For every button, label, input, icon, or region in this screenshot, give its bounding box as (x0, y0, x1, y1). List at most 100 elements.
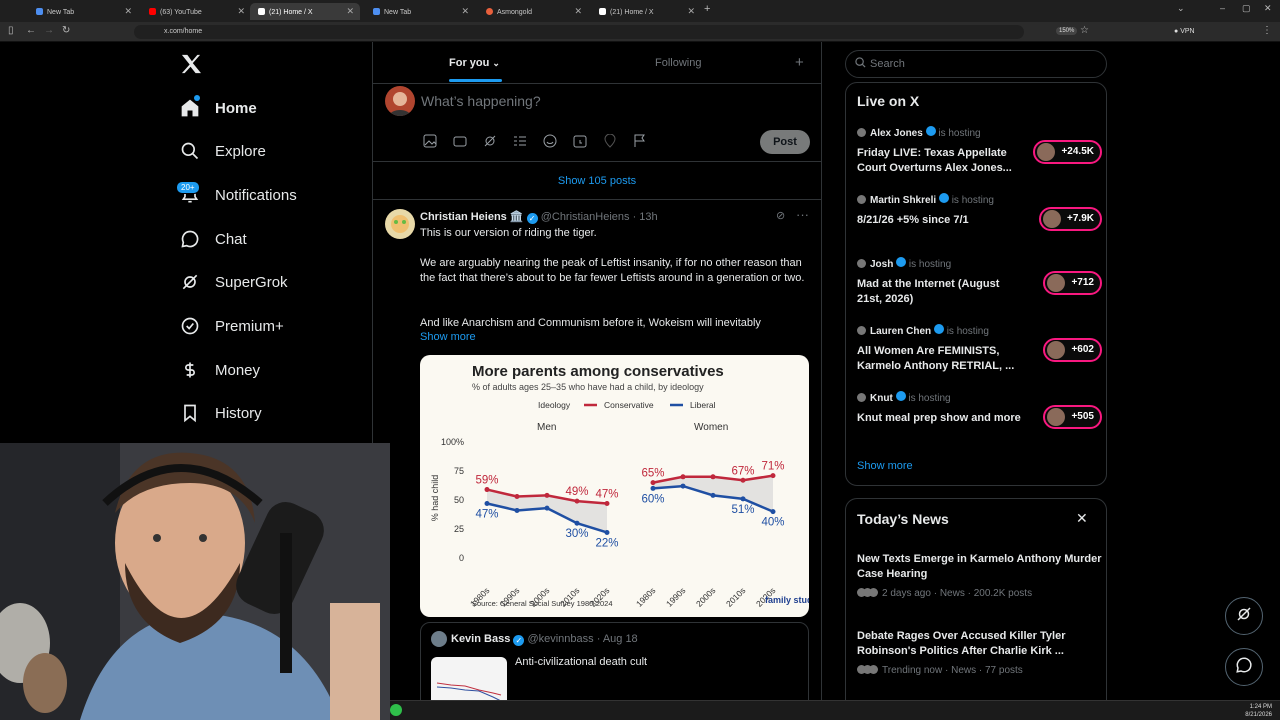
system-clock[interactable]: 1:24 PM 8/21/2026 (1245, 703, 1272, 719)
listener-count-pill[interactable]: +24.5K (1033, 140, 1102, 164)
avatar[interactable] (431, 631, 447, 647)
data-point-conservative (574, 498, 580, 504)
listener-count-pill[interactable]: +7.9K (1039, 207, 1102, 231)
more-icon[interactable]: ··· (796, 207, 809, 222)
add-tab-icon[interactable]: + (795, 54, 804, 71)
close-window-button[interactable]: ✕ (1264, 3, 1272, 14)
messages-button[interactable] (1225, 648, 1263, 686)
quote-author-handle[interactable]: @kevinnbass (527, 633, 593, 645)
listener-count-pill[interactable]: +602 (1043, 338, 1102, 362)
chart-plot-area: 1980s 1990s 2000s 2010s 2020s59%49% 47%47%30%… (468, 461, 785, 609)
data-point-conservative (680, 474, 686, 480)
back-icon[interactable]: ← (26, 25, 36, 36)
chevron-down-icon: ⌄ (492, 58, 500, 68)
nav-chat[interactable]: Chat (176, 221, 356, 257)
tweet-chart-image[interactable]: More parents among conservatives % of ad… (420, 355, 809, 617)
nav-home[interactable]: Home (176, 90, 356, 126)
nav-supergrok[interactable]: SuperGrok (176, 264, 356, 300)
browser-tab[interactable]: New Tab ✕ (365, 3, 475, 20)
active-tab-indicator (449, 79, 502, 82)
close-tab-icon[interactable]: ✕ (237, 6, 245, 17)
gif-icon[interactable] (453, 134, 467, 148)
tweet-time[interactable]: · 13h (633, 211, 658, 223)
new-tab-button[interactable]: + (704, 3, 710, 15)
money-icon (176, 356, 204, 384)
menu-icon[interactable]: ⋮ (1262, 25, 1272, 36)
grok-icon (1235, 605, 1253, 628)
vpn-button[interactable]: ● VPN (1174, 28, 1195, 35)
bookmark-star-icon[interactable]: ☆ (1080, 25, 1089, 36)
tweet-text: And like Anarchism and Communism before … (420, 317, 761, 329)
browser-tab[interactable]: Asmongold ✕ (478, 3, 588, 20)
unread-dot (194, 95, 200, 101)
browser-tab[interactable]: (63) YouTube ✕ (141, 3, 251, 20)
live-item[interactable]: Josh is hosting Mad at the Internet (Aug… (857, 257, 1102, 317)
compose-input[interactable]: What’s happening? (421, 93, 541, 109)
nav-history[interactable]: History (176, 395, 356, 431)
news-item[interactable]: New Texts Emerge in Karmelo Anthony Murd… (857, 552, 1102, 599)
tab-favicon-icon (486, 8, 493, 15)
close-tab-icon[interactable]: ✕ (687, 6, 695, 17)
quote-date[interactable]: · Aug 18 (597, 633, 638, 645)
browser-tab[interactable]: (21) Home / X ✕ (591, 3, 701, 20)
maximize-button[interactable]: ▢ (1242, 3, 1251, 14)
app-icon[interactable] (390, 704, 402, 716)
nav-premium[interactable]: Premium+ (176, 308, 356, 344)
close-tab-icon[interactable]: ✕ (346, 6, 354, 17)
browser-toolbar: ▯ ← → ↻ x.com/home 150% ☆ ● VPN ⋮ (0, 22, 1280, 42)
sidebar-toggle-icon[interactable]: ▯ (8, 25, 14, 36)
poll-icon[interactable] (513, 134, 527, 148)
close-tab-icon[interactable]: ✕ (461, 6, 469, 17)
close-tab-icon[interactable]: ✕ (574, 6, 582, 17)
tab-search-icon[interactable]: ⌄ (1177, 3, 1185, 14)
quoted-tweet[interactable]: Kevin Bass ✓ @kevinnbass · Aug 18 Anti-c… (420, 622, 809, 712)
show-more-link[interactable]: Show more (857, 460, 913, 472)
author-handle[interactable]: @ChristianHeiens (541, 211, 630, 223)
live-item[interactable]: Martin Shkreli is hosting 8/21/26 +5% si… (857, 193, 1102, 253)
listener-count-pill[interactable]: +712 (1043, 271, 1102, 295)
show-more-link[interactable]: Show more (420, 331, 476, 343)
grok-icon[interactable] (483, 134, 497, 148)
browser-tab[interactable]: New Tab ✕ (28, 3, 138, 20)
browser-tab-active[interactable]: (21) Home / X ✕ (250, 3, 360, 20)
show-new-posts-button[interactable]: Show 105 posts (373, 162, 821, 200)
news-item[interactable]: Debate Rages Over Accused Killer Tyler R… (857, 629, 1102, 676)
quote-text: Anti-civilizational death cult (515, 656, 648, 668)
image-icon[interactable] (423, 134, 437, 148)
live-item[interactable]: Alex Jones is hosting Friday LIVE: Texas… (857, 126, 1102, 186)
live-item[interactable]: Lauren Chen is hosting All Women Are FEM… (857, 324, 1102, 384)
y-tick-label: 25 (454, 524, 464, 534)
listener-count-pill[interactable]: +505 (1043, 405, 1102, 429)
grok-button[interactable] (1225, 597, 1263, 635)
tab-following[interactable]: Following (655, 57, 701, 69)
search-input[interactable]: Search (845, 50, 1107, 78)
tab-for-you[interactable]: For you ⌄ (449, 57, 500, 69)
live-item[interactable]: Knut is hosting Knut meal prep show and … (857, 391, 1102, 451)
data-point-liberal (484, 500, 490, 506)
quote-author-name[interactable]: Kevin Bass (451, 633, 510, 645)
zoom-indicator[interactable]: 150% (1056, 27, 1078, 35)
x-logo-icon[interactable] (180, 54, 202, 79)
close-tab-icon[interactable]: ✕ (124, 6, 132, 17)
emoji-icon[interactable] (543, 134, 557, 148)
nav-money[interactable]: Money (176, 352, 356, 388)
forward-icon[interactable]: → (44, 25, 54, 36)
address-bar[interactable]: x.com/home (134, 25, 1024, 39)
author-name[interactable]: Christian Heiens (420, 211, 507, 223)
avatar[interactable] (385, 86, 415, 116)
x-favicon-icon (258, 8, 265, 15)
legend-label-liberal: Liberal (690, 400, 716, 410)
nav-explore[interactable]: Explore (176, 133, 356, 169)
x-favicon-icon (599, 8, 606, 15)
grok-icon[interactable]: ⊘ (776, 209, 785, 222)
close-icon[interactable]: ✕ (1076, 510, 1088, 527)
minimize-button[interactable]: – (1220, 3, 1225, 13)
flag-icon[interactable] (633, 134, 647, 148)
post-button[interactable]: Post (760, 130, 810, 154)
avatar[interactable] (385, 209, 415, 239)
location-icon[interactable] (603, 133, 617, 148)
search-icon (176, 137, 204, 165)
reload-icon[interactable]: ↻ (62, 25, 70, 36)
schedule-icon[interactable] (573, 134, 587, 148)
nav-notifications[interactable]: Notifications (176, 177, 356, 213)
